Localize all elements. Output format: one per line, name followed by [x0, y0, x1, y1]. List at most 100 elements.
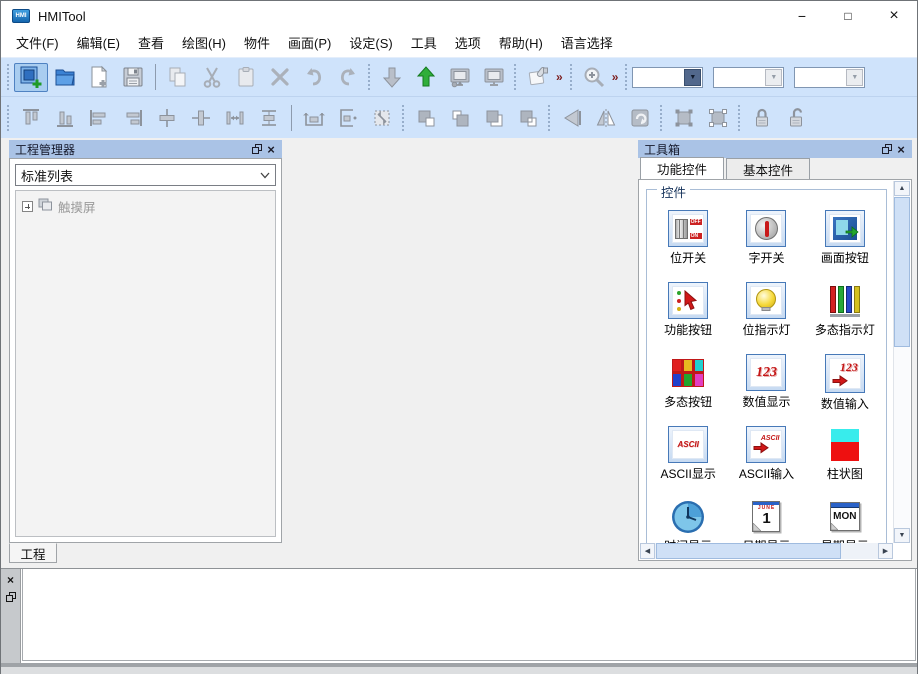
toolbar-combo: ▼: [794, 66, 866, 88]
date-display-icon: JUNE 1: [746, 498, 786, 535]
tree-item-label: 触摸屏: [58, 201, 96, 215]
menu-item-0[interactable]: 文件(F): [7, 31, 68, 57]
toolbox-item-function-button[interactable]: 功能按钮: [649, 282, 727, 338]
toolbar-combo[interactable]: ▼: [632, 66, 704, 88]
menu-item-4[interactable]: 物件: [235, 31, 279, 57]
save-button[interactable]: [116, 63, 150, 92]
toolbar-grip[interactable]: [7, 104, 9, 131]
toolbar-grip[interactable]: [660, 104, 662, 131]
menu-item-6[interactable]: 设定(S): [340, 31, 401, 57]
touch-panel-button[interactable]: [521, 63, 555, 92]
app-logo-icon: HMI: [12, 9, 30, 23]
menu-item-7[interactable]: 工具: [402, 31, 446, 57]
project-manager-title: 工程管理器: [15, 142, 76, 157]
toolbar-overflow-button[interactable]: »: [555, 70, 567, 84]
toolbar-overflow-button[interactable]: »: [611, 70, 623, 84]
toolbox-item-ascii-input[interactable]: ASCII ASCII输入: [727, 426, 805, 482]
align-top-button: [14, 103, 48, 132]
toolbox-item-label: 功能按钮: [664, 323, 713, 337]
upload-button[interactable]: [409, 63, 443, 92]
toolbox-item-num-input[interactable]: 123 数值输入: [806, 354, 884, 411]
controls-groupbox: 控件 OFF ON 位开关 字开关 画面按钮 功能按钮 位指示灯 多态指示灯 多态按钮 123 数值…: [646, 182, 887, 543]
copy-icon: [166, 65, 190, 89]
delete-button: [263, 63, 297, 92]
bit-switch-icon: OFF ON: [668, 210, 709, 247]
scroll-up-button[interactable]: ▲: [894, 181, 910, 196]
float-panel-icon[interactable]: [880, 142, 894, 156]
align-bottom-icon: [53, 106, 77, 130]
tree-item-touchscreen[interactable]: 触摸屏: [16, 191, 275, 216]
toolbox-item-label: 多态按钮: [664, 395, 713, 409]
toolbox-item-num-display[interactable]: 123 数值显示: [727, 354, 805, 410]
align-left-button: [82, 103, 116, 132]
project-tab[interactable]: 工程: [9, 543, 57, 563]
zoom-button[interactable]: [577, 63, 611, 92]
menu-item-8[interactable]: 选项: [446, 31, 490, 57]
close-button[interactable]: ×: [871, 1, 917, 31]
output-close-icon[interactable]: ×: [5, 574, 17, 586]
toolbox-item-ascii-display[interactable]: ASCII ASCII显示: [649, 426, 727, 482]
toolbox-item-week-display[interactable]: MON星期显示: [806, 498, 884, 543]
toolbox-item-label: 柱状图: [826, 467, 863, 481]
open-project-button[interactable]: [48, 63, 82, 92]
toolbar-grip[interactable]: [402, 104, 404, 131]
list-type-combo[interactable]: 标准列表: [15, 164, 276, 186]
toolbox-item-word-switch[interactable]: 字开关: [727, 210, 805, 266]
toolbox-item-bit-lamp[interactable]: 位指示灯: [727, 282, 805, 338]
float-panel-icon[interactable]: [250, 142, 264, 156]
paste-button: [229, 63, 263, 92]
tab-basic-controls[interactable]: 基本控件: [726, 158, 811, 179]
toolbox-item-bar-graph[interactable]: 柱状图: [806, 426, 884, 482]
scroll-right-button[interactable]: ▶: [878, 543, 893, 559]
scroll-left-button[interactable]: ◀: [640, 543, 655, 559]
toolbox-item-multi-button[interactable]: 多态按钮: [649, 354, 727, 410]
toolbox-item-time-display[interactable]: 时间显示: [649, 498, 727, 543]
toolbar-grip[interactable]: [548, 104, 550, 131]
combo-arrow-icon: ▼: [846, 68, 864, 86]
flip-horizontal-button: [555, 103, 589, 132]
project-tree: 触摸屏: [15, 190, 276, 537]
toolbox-content: 控件 OFF ON 位开关 字开关 画面按钮 功能按钮 位指示灯 多态指示灯 多态按钮 123 数值…: [638, 179, 912, 561]
scroll-down-button[interactable]: ▼: [894, 528, 910, 543]
combo-arrow-icon[interactable]: ▼: [684, 68, 702, 86]
toolbar-grip[interactable]: [7, 64, 9, 90]
minimize-button[interactable]: −: [779, 1, 825, 31]
horizontal-scroll-thumb[interactable]: [656, 543, 841, 559]
close-panel-icon[interactable]: ×: [894, 142, 908, 156]
mirror-icon: [594, 106, 618, 130]
tab-function-controls[interactable]: 功能控件: [640, 157, 725, 179]
new-project-button[interactable]: [14, 62, 48, 92]
download-button[interactable]: [375, 63, 409, 92]
expand-button[interactable]: [22, 201, 33, 212]
menu-item-2[interactable]: 查看: [129, 31, 173, 57]
menu-item-3[interactable]: 绘图(H): [173, 31, 235, 57]
menu-item-5[interactable]: 画面(P): [279, 31, 340, 57]
vertical-scroll-thumb[interactable]: [894, 197, 910, 347]
space-horizontal-button: [218, 103, 252, 132]
new-screen-button[interactable]: [82, 63, 116, 92]
menu-item-9[interactable]: 帮助(H): [490, 31, 552, 57]
bit-lamp-icon: [746, 282, 787, 319]
toolbar-grip[interactable]: [514, 64, 516, 90]
online-simulation-button[interactable]: [477, 63, 511, 92]
center-vertical-button: [150, 103, 184, 132]
same-width-icon: [302, 106, 326, 130]
offline-simulation-button[interactable]: [443, 63, 477, 92]
maximize-button[interactable]: □: [825, 1, 871, 31]
toolbar-grip[interactable]: [738, 104, 740, 131]
toolbox-item-bit-switch[interactable]: OFF ON 位开关: [649, 210, 727, 266]
toolbox-item-screen-button[interactable]: 画面按钮: [806, 210, 884, 266]
close-panel-icon[interactable]: ×: [264, 142, 278, 156]
toolbox-item-multi-lamp[interactable]: 多态指示灯: [806, 282, 884, 338]
toolbar-grip[interactable]: [625, 64, 628, 90]
toolbar-grip[interactable]: [368, 64, 370, 90]
menu-item-1[interactable]: 编辑(E): [68, 31, 129, 57]
horizontal-scrollbar[interactable]: ◀ ▶: [640, 543, 893, 559]
toolbox-item-date-display[interactable]: JUNE1日期显示: [727, 498, 805, 543]
touchscreen-icon: [38, 198, 53, 216]
vertical-scrollbar[interactable]: ▲ ▼: [893, 181, 910, 543]
toolbar-grip[interactable]: [569, 64, 572, 90]
output-float-icon[interactable]: [5, 591, 17, 603]
multi-lamp-icon: [825, 282, 865, 319]
menu-item-10[interactable]: 语言选择: [552, 31, 622, 57]
